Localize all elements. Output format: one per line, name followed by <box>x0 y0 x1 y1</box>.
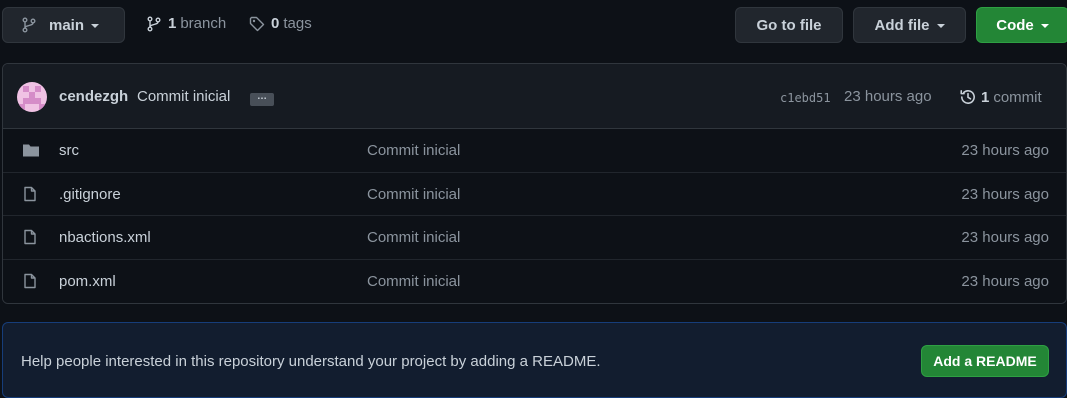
tags-label: tags <box>283 15 312 32</box>
file-row[interactable]: nbactions.xml Commit inicial 23 hours ag… <box>3 216 1066 260</box>
commit-history-link[interactable]: 1 commit <box>959 88 1042 106</box>
file-name-link[interactable]: pom.xml <box>59 273 116 290</box>
repo-toolbar: main 1 branch 0 tags Go to file Add file <box>0 0 1067 50</box>
branches-link[interactable]: 1 branch <box>146 15 226 32</box>
file-date: 23 hours ago <box>961 185 1049 203</box>
tags-link[interactable]: 0 tags <box>249 15 312 32</box>
folder-icon <box>22 142 40 161</box>
file-commit-link[interactable]: Commit inicial <box>367 273 460 290</box>
commit-count: 1 <box>981 88 990 106</box>
file-icon <box>22 229 38 248</box>
file-list: cendezgh Commit inicial … c1ebd51 23 hou… <box>2 63 1067 304</box>
readme-message: Help people interested in this repositor… <box>21 353 601 370</box>
file-icon <box>22 273 38 292</box>
code-label: Code <box>996 16 1034 34</box>
file-date: 23 hours ago <box>961 142 1049 159</box>
caret-down-icon <box>91 24 100 28</box>
tags-count: 0 <box>271 15 280 32</box>
file-name-link[interactable]: src <box>59 142 79 159</box>
file-icon <box>22 186 38 205</box>
git-branch-icon <box>22 17 36 33</box>
file-name-link[interactable]: nbactions.xml <box>59 229 151 246</box>
code-button[interactable]: Code <box>976 7 1067 43</box>
commit-expand-button[interactable]: … <box>250 92 274 106</box>
git-branch-icon <box>147 16 161 31</box>
commit-time: 23 hours ago <box>844 88 932 105</box>
branches-count: 1 <box>168 15 177 32</box>
file-name-link[interactable]: .gitignore <box>59 186 121 203</box>
branch-select-button[interactable]: main <box>2 7 125 43</box>
file-row[interactable]: pom.xml Commit inicial 23 hours ago <box>3 259 1066 303</box>
latest-commit-bar: cendezgh Commit inicial … c1ebd51 23 hou… <box>3 64 1066 129</box>
commit-message-link[interactable]: Commit inicial <box>137 88 230 105</box>
file-row[interactable]: .gitignore Commit inicial 23 hours ago <box>3 172 1066 216</box>
commit-sha-link[interactable]: c1ebd51 <box>780 91 831 105</box>
caret-down-icon <box>1040 24 1049 28</box>
commit-author-link[interactable]: cendezgh <box>59 88 128 105</box>
add-readme-button[interactable]: Add a README <box>921 345 1049 377</box>
file-commit-link[interactable]: Commit inicial <box>367 186 460 203</box>
go-to-file-button[interactable]: Go to file <box>735 7 843 43</box>
readme-banner: Help people interested in this repositor… <box>2 322 1067 398</box>
add-file-button[interactable]: Add file <box>853 7 966 43</box>
file-date: 23 hours ago <box>961 272 1049 290</box>
avatar[interactable] <box>17 82 47 112</box>
file-date: 23 hours ago <box>961 229 1049 246</box>
branches-label: branch <box>180 15 227 32</box>
file-commit-link[interactable]: Commit inicial <box>367 229 460 246</box>
history-icon <box>960 90 975 104</box>
file-commit-link[interactable]: Commit inicial <box>367 142 460 159</box>
commit-count-label: commit <box>993 88 1042 106</box>
file-row[interactable]: src Commit inicial 23 hours ago <box>3 129 1066 173</box>
tag-icon <box>249 16 265 31</box>
add-file-label: Add file <box>874 16 930 34</box>
branch-name: main <box>49 16 85 34</box>
caret-down-icon <box>936 24 945 28</box>
repo-page: main 1 branch 0 tags Go to file Add file <box>0 0 1067 398</box>
